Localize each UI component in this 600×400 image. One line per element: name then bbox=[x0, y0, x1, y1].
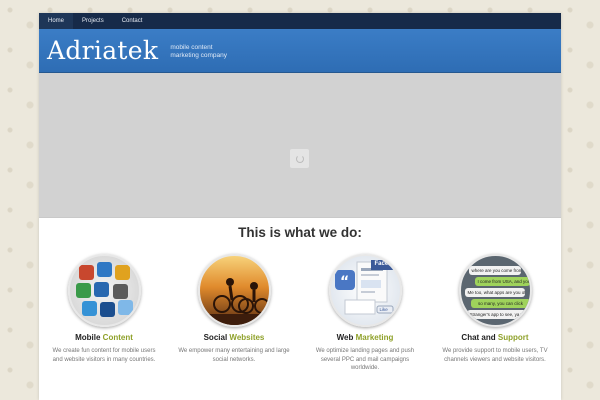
social-bikers-image[interactable] bbox=[197, 254, 271, 327]
tagline-line-1: mobile content bbox=[170, 43, 213, 51]
app-icon bbox=[96, 262, 112, 277]
app-icon bbox=[78, 265, 94, 280]
service-title: Chat and Support bbox=[430, 333, 560, 342]
service-title: Web Marketing bbox=[300, 333, 430, 342]
page-container: Home Projects Contact Adriatek mobile co… bbox=[39, 13, 561, 400]
service-title-main: Mobile bbox=[75, 333, 101, 342]
service-web-marketing: “ Face Like Web Marketing We optimize la… bbox=[300, 254, 430, 373]
site-header: Adriatek mobile content marketing compan… bbox=[39, 29, 561, 73]
nav-item-home[interactable]: Home bbox=[39, 13, 74, 29]
services-row: Mobile Content We create fun content for… bbox=[39, 242, 561, 400]
chat-bubble: where are you come from bbox=[468, 266, 521, 275]
app-icon bbox=[117, 300, 133, 315]
service-description: We optimize landing pages and push sever… bbox=[315, 348, 415, 371]
mobile-apps-image[interactable] bbox=[67, 254, 141, 327]
svg-text:“: “ bbox=[340, 274, 349, 290]
app-icon bbox=[99, 302, 115, 317]
service-title: Social Websites bbox=[169, 333, 299, 342]
app-icon bbox=[114, 265, 130, 280]
service-title-main: Social bbox=[203, 333, 228, 342]
app-icon bbox=[81, 301, 97, 316]
service-title-main: Chat and bbox=[461, 333, 496, 342]
app-icon bbox=[112, 284, 128, 299]
service-title-accent: Marketing bbox=[355, 333, 394, 342]
chat-bubble: I come from USA, and you bbox=[474, 277, 530, 286]
site-tagline: mobile content marketing company bbox=[170, 44, 240, 60]
top-navigation: Home Projects Contact bbox=[39, 13, 561, 29]
app-icon bbox=[93, 282, 109, 297]
chat-support-image[interactable]: where are you come from I come from USA,… bbox=[458, 254, 532, 327]
web-label-like: Like bbox=[379, 307, 388, 312]
service-chat-support: where are you come from I come from USA,… bbox=[430, 254, 560, 364]
chat-bubble: Me too, what apps are you often using? bbox=[464, 288, 525, 297]
service-description: We provide support to mobile users, TV c… bbox=[442, 348, 548, 363]
service-title-main: Web bbox=[336, 333, 354, 342]
app-icon bbox=[75, 283, 91, 298]
service-description: We create fun content for mobile users a… bbox=[52, 348, 156, 363]
nav-item-projects[interactable]: Projects bbox=[73, 13, 113, 29]
section-title: This is what we do: bbox=[238, 225, 362, 240]
bikers-illustration-icon bbox=[199, 278, 269, 325]
service-title-accent: Support bbox=[497, 333, 529, 342]
web-label-face: Face bbox=[374, 261, 389, 267]
loading-spinner-icon bbox=[290, 149, 309, 168]
service-title-accent: Websites bbox=[229, 333, 265, 342]
nav-item-contact[interactable]: Contact bbox=[113, 13, 152, 29]
web-ads-illustration-icon: “ bbox=[334, 260, 399, 315]
image-slider[interactable] bbox=[39, 73, 561, 218]
service-description: We empower many entertaining and large s… bbox=[178, 348, 290, 363]
service-social-websites: Social Websites We empower many entertai… bbox=[169, 254, 299, 364]
service-title-accent: Content bbox=[102, 333, 133, 342]
chat-bubble: so many, you can click bbox=[470, 299, 530, 308]
site-logo[interactable]: Adriatek bbox=[47, 38, 158, 63]
tagline-line-2: marketing company bbox=[170, 51, 228, 59]
service-mobile-content: Mobile Content We create fun content for… bbox=[39, 254, 169, 364]
web-marketing-image[interactable]: “ Face Like bbox=[328, 254, 402, 327]
service-title: Mobile Content bbox=[39, 333, 169, 342]
chat-bubble: Stranger's app to see, ya ya bbox=[466, 310, 527, 319]
